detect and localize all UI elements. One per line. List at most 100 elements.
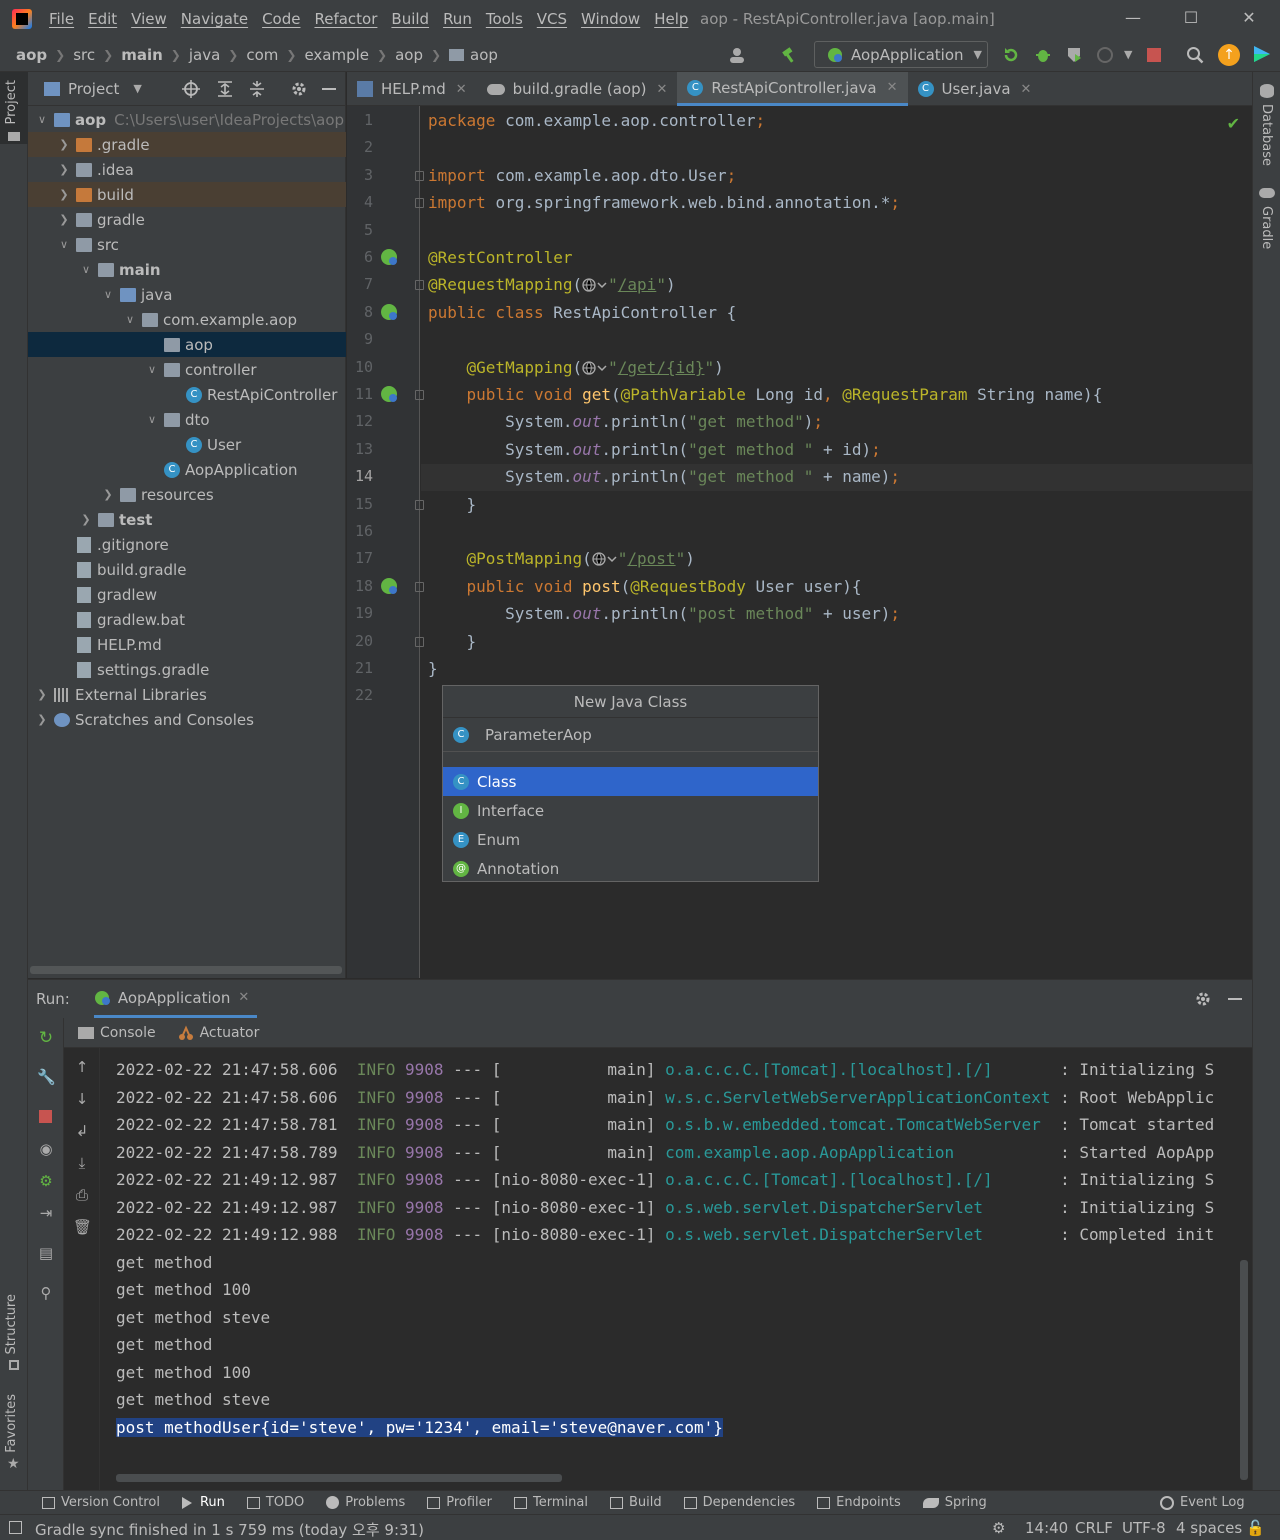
- chevron-down-icon[interactable]: ∨: [146, 363, 158, 376]
- bottom-tab-run[interactable]: Run: [181, 1495, 225, 1510]
- exit-icon[interactable]: ⇥: [37, 1204, 55, 1222]
- editor-tab[interactable]: build.gradle (aop) ✕: [477, 72, 678, 106]
- rerun-icon[interactable]: [1002, 46, 1020, 64]
- console-output[interactable]: 2022-02-22 21:47:58.606 INFO 9908 --- [ …: [101, 1048, 1241, 1468]
- chevron-right-icon[interactable]: ❯: [36, 713, 48, 726]
- bottom-tab-version-control[interactable]: Version Control: [42, 1495, 160, 1510]
- stop-icon[interactable]: [1147, 48, 1161, 62]
- expand-all-icon[interactable]: [216, 80, 234, 98]
- spring-bean-gutter-icon[interactable]: [381, 304, 397, 320]
- stop-icon[interactable]: [39, 1110, 52, 1123]
- breadcrumb-item[interactable]: java: [189, 46, 220, 64]
- chevron-right-icon[interactable]: ❯: [58, 213, 70, 226]
- profile-icon[interactable]: [1096, 46, 1114, 64]
- tree-item[interactable]: C User: [28, 432, 346, 457]
- tree-item[interactable]: ❯ test: [28, 507, 346, 532]
- fold-marker-icon[interactable]: [415, 500, 424, 510]
- collapse-all-icon[interactable]: [248, 80, 266, 98]
- tree-item[interactable]: ❯ gradle: [28, 207, 346, 232]
- horizontal-scrollbar[interactable]: [116, 1474, 562, 1482]
- spring-bean-gutter-icon[interactable]: [381, 249, 397, 265]
- wrench-icon[interactable]: 🔧: [37, 1068, 56, 1086]
- soft-wrap-icon[interactable]: ↲: [73, 1122, 91, 1140]
- trash-icon[interactable]: 🗑: [73, 1218, 92, 1236]
- gear-icon[interactable]: [290, 80, 308, 98]
- chevron-right-icon[interactable]: ❯: [58, 138, 70, 151]
- spring-bean-gutter-icon[interactable]: [381, 386, 397, 402]
- menu-navigate[interactable]: Navigate: [174, 10, 255, 28]
- hide-panel-icon[interactable]: [322, 88, 336, 90]
- tree-item[interactable]: C RestApiController: [28, 382, 346, 407]
- tree-item[interactable]: aop: [28, 332, 346, 357]
- hide-panel-icon[interactable]: [1228, 998, 1242, 1000]
- tree-item[interactable]: ❯ .idea: [28, 157, 346, 182]
- breadcrumb-item[interactable]: src: [73, 46, 95, 64]
- endpoint-globe-icon[interactable]: [592, 547, 618, 566]
- gear-icon[interactable]: [1194, 990, 1212, 1008]
- layout-icon[interactable]: ▤: [37, 1244, 55, 1262]
- tree-item[interactable]: gradlew.bat: [28, 607, 346, 632]
- camera-icon[interactable]: ◉: [37, 1140, 55, 1158]
- gradle-tool-tab[interactable]: Gradle: [1259, 206, 1274, 249]
- bottom-tab-profiler[interactable]: Profiler: [427, 1495, 492, 1510]
- console-subtab[interactable]: Console: [78, 1025, 156, 1041]
- file-encoding[interactable]: UTF-8: [1122, 1519, 1166, 1537]
- chevron-down-icon[interactable]: ∨: [102, 288, 114, 301]
- favorites-tool-tab[interactable]: Favorites: [4, 1394, 19, 1453]
- breadcrumb-item[interactable]: aop: [16, 46, 47, 64]
- breadcrumb-item[interactable]: aop: [470, 46, 498, 64]
- bottom-tab-build[interactable]: Build: [609, 1495, 662, 1510]
- locate-icon[interactable]: [182, 80, 200, 98]
- class-name-field[interactable]: C: [443, 718, 818, 752]
- menu-window[interactable]: Window: [574, 10, 647, 28]
- lock-icon[interactable]: 🔓: [1246, 1519, 1265, 1537]
- fold-marker-icon[interactable]: [415, 280, 424, 290]
- fold-marker-icon[interactable]: [415, 390, 424, 400]
- arrow-up-icon[interactable]: ↑: [73, 1058, 91, 1076]
- endpoint-globe-icon[interactable]: [582, 356, 608, 375]
- breadcrumb-item[interactable]: aop: [395, 46, 423, 64]
- menu-view[interactable]: View: [124, 10, 174, 28]
- close-icon[interactable]: ✕: [887, 80, 898, 95]
- database-tool-tab[interactable]: Database: [1259, 104, 1274, 166]
- minimize-icon[interactable]: —: [1122, 8, 1144, 28]
- tree-item[interactable]: ∨ com.example.aop: [28, 307, 346, 332]
- spring-bean-gutter-icon[interactable]: [381, 578, 397, 594]
- no-problems-check-icon[interactable]: ✔: [1227, 114, 1240, 133]
- editor-tab[interactable]: HELP.md ✕: [347, 72, 477, 106]
- hammer-icon[interactable]: [780, 46, 798, 64]
- project-tool-tab[interactable]: Project: [4, 80, 19, 124]
- class-kind-option-enum[interactable]: E Enum: [443, 825, 818, 854]
- vertical-scrollbar[interactable]: [1240, 1260, 1248, 1480]
- tree-item[interactable]: ∨ aop C:\Users\user\IdeaProjects\aop: [28, 107, 346, 132]
- tree-item[interactable]: settings.gradle: [28, 657, 346, 682]
- chevron-right-icon[interactable]: ❯: [58, 163, 70, 176]
- project-view-title[interactable]: Project: [68, 80, 119, 98]
- search-icon[interactable]: [1186, 46, 1204, 64]
- class-kind-option-annotation[interactable]: @ Annotation: [443, 854, 818, 883]
- editor-tab[interactable]: C User.java ✕: [908, 72, 1042, 106]
- chevron-down-icon[interactable]: ∨: [80, 263, 92, 276]
- coverage-icon[interactable]: [1066, 46, 1084, 64]
- print-icon[interactable]: ⎙: [73, 1186, 91, 1204]
- endpoint-globe-icon[interactable]: [582, 273, 608, 292]
- chevron-right-icon[interactable]: ❯: [80, 513, 92, 526]
- tree-item[interactable]: ∨ src: [28, 232, 346, 257]
- arrow-down-icon[interactable]: ↓: [73, 1090, 91, 1108]
- chevron-right-icon[interactable]: ❯: [36, 688, 48, 701]
- close-icon[interactable]: ✕: [238, 990, 249, 1005]
- tree-item[interactable]: ∨ controller: [28, 357, 346, 382]
- horizontal-scrollbar[interactable]: [30, 966, 342, 974]
- tree-item[interactable]: C AopApplication: [28, 457, 346, 482]
- fold-marker-icon[interactable]: [415, 198, 424, 208]
- menu-help[interactable]: Help: [647, 10, 695, 28]
- tree-item[interactable]: ∨ dto: [28, 407, 346, 432]
- tree-item[interactable]: ❯ Scratches and Consoles: [28, 707, 346, 732]
- fold-marker-icon[interactable]: [415, 171, 424, 181]
- chevron-down-icon[interactable]: ∨: [146, 413, 158, 426]
- indent-setting[interactable]: 4 spaces: [1176, 1519, 1242, 1537]
- fold-marker-icon[interactable]: [415, 582, 424, 592]
- menu-tools[interactable]: Tools: [479, 10, 530, 28]
- line-separator[interactable]: CRLF: [1075, 1519, 1113, 1537]
- close-icon[interactable]: ✕: [456, 82, 467, 97]
